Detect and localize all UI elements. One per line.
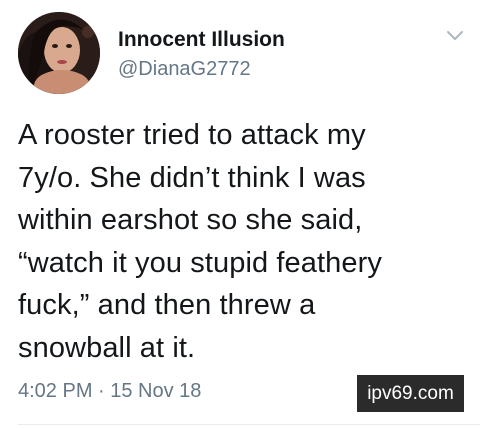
timestamp[interactable]: 4:02 PM · 15 Nov 18 — [18, 380, 201, 403]
display-name[interactable]: Innocent Illusion — [118, 28, 285, 52]
avatar-image — [18, 12, 100, 94]
tweet-text: A rooster tried to attack my 7y/o. She d… — [18, 119, 382, 364]
chevron-down-icon[interactable] — [445, 28, 465, 42]
user-handle[interactable]: @DianaG2772 — [118, 58, 251, 81]
tweet-card: Innocent Illusion @DianaG2772 A rooster … — [0, 0, 480, 428]
watermark: ipv69.com — [357, 375, 464, 412]
avatar[interactable] — [18, 12, 100, 94]
divider — [18, 424, 480, 425]
